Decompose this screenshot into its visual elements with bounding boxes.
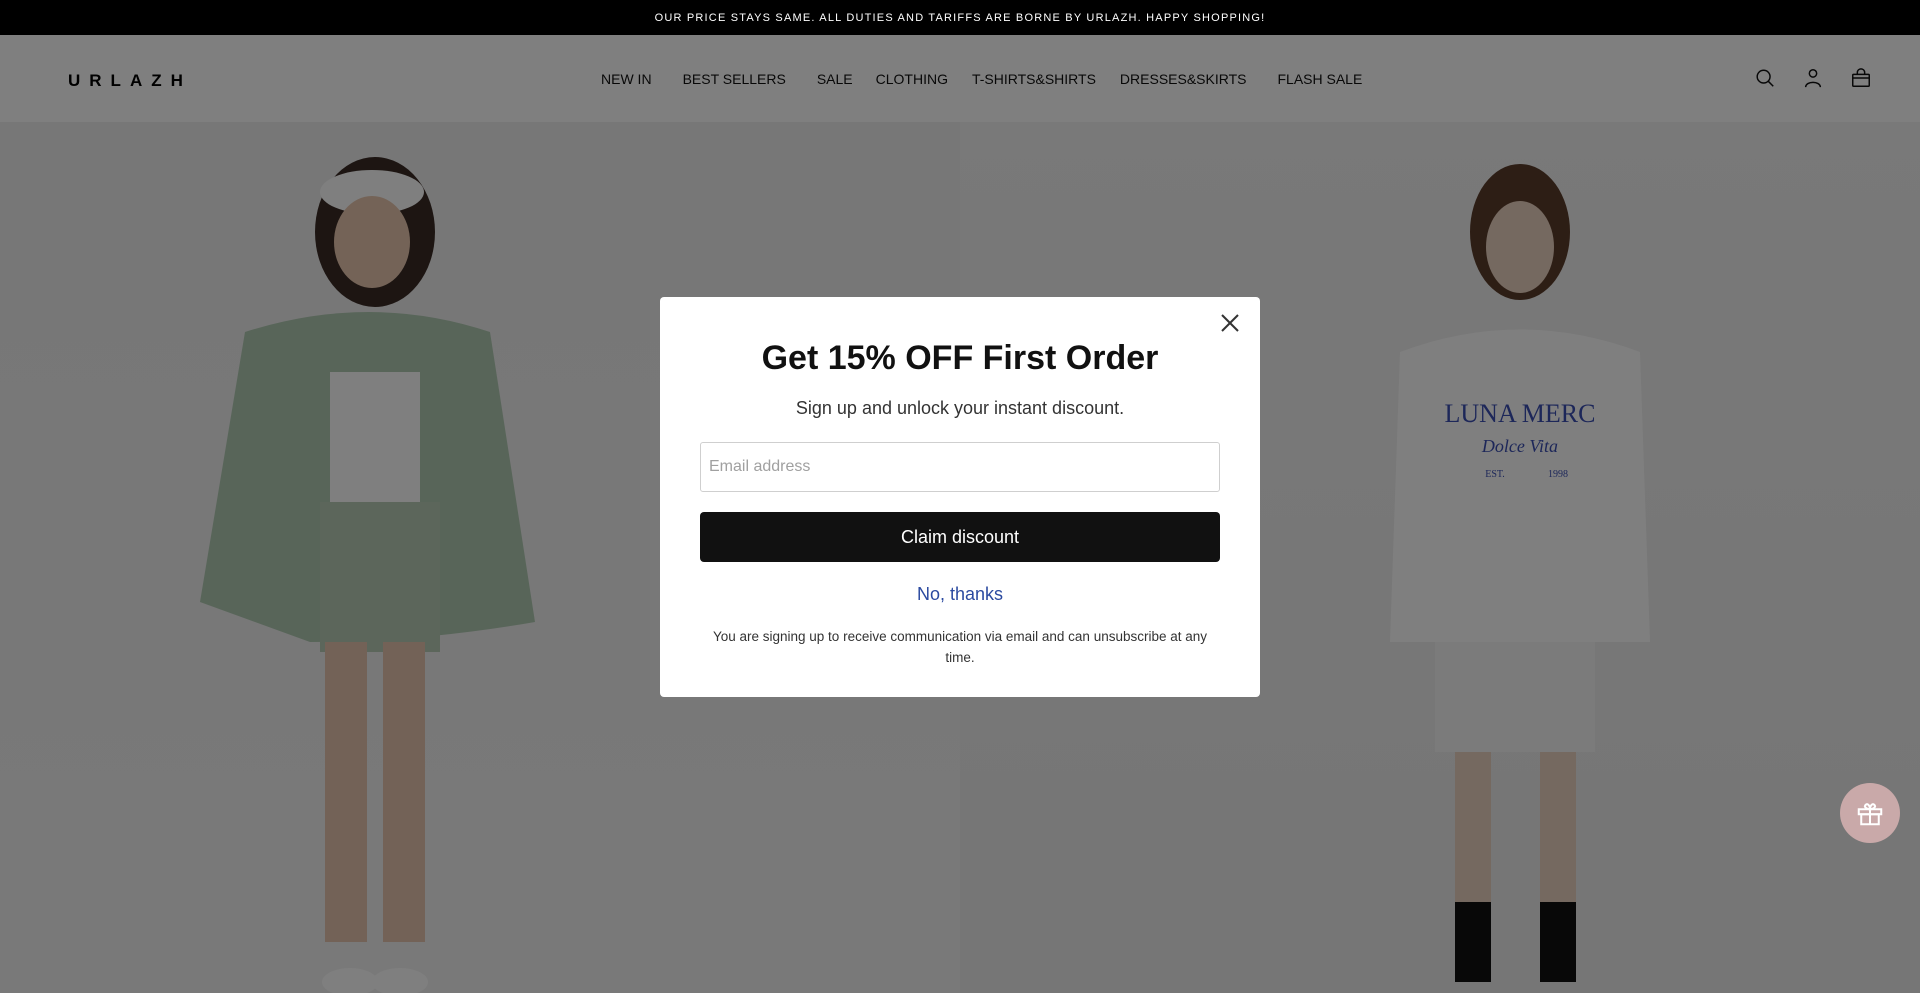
gift-button[interactable] xyxy=(1840,783,1900,843)
no-thanks-link[interactable]: No, thanks xyxy=(660,584,1260,605)
popup-disclaimer: You are signing up to receive communicat… xyxy=(712,629,1208,665)
announcement-text: OUR PRICE STAYS SAME. ALL DUTIES AND TAR… xyxy=(654,11,1266,24)
discount-popup: Get 15% OFF First Order Sign up and unlo… xyxy=(660,297,1260,697)
popup-title: Get 15% OFF First Order xyxy=(761,339,1159,377)
email-input[interactable] xyxy=(700,442,1220,492)
claim-discount-button[interactable]: Claim discount xyxy=(700,512,1220,562)
close-icon[interactable] xyxy=(1216,309,1244,337)
popup-subtitle: Sign up and unlock your instant discount… xyxy=(795,398,1125,418)
announcement-bar: OUR PRICE STAYS SAME. ALL DUTIES AND TAR… xyxy=(0,0,1920,35)
gift-icon xyxy=(1857,803,1883,826)
